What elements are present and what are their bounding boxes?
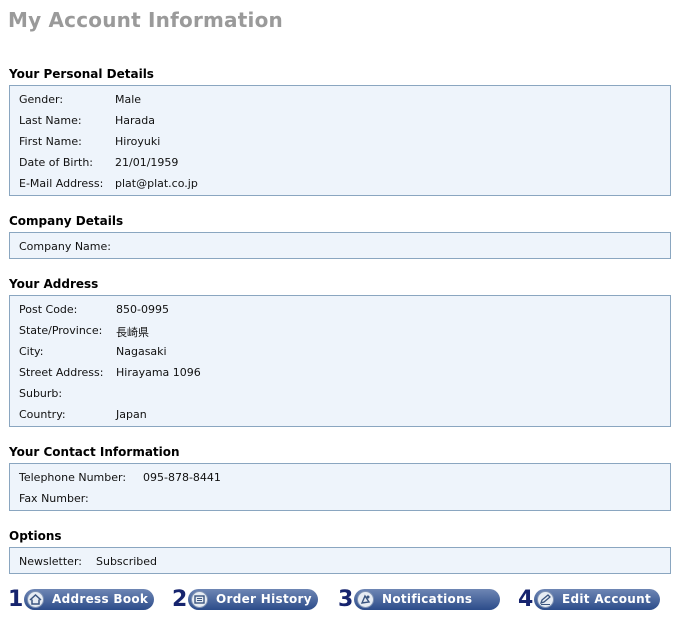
row-label: State/Province: <box>19 324 103 337</box>
company-row-name: Company Name: <box>19 240 111 253</box>
edit-account-button[interactable]: Edit Account <box>534 589 660 610</box>
page-title: My Account Information <box>8 8 283 32</box>
address-box: Post Code: 850-0995 State/Province: 長崎県 … <box>9 295 671 427</box>
row-value: 21/01/1959 <box>115 156 179 169</box>
row-value: 850-0995 <box>116 303 169 316</box>
address-row-state: State/Province: 長崎県 <box>19 324 149 339</box>
row-value: Hiroyuki <box>115 135 161 148</box>
history-icon <box>191 591 208 608</box>
personal-row-last-name: Last Name: Harada <box>19 114 155 127</box>
notifications-button[interactable]: Notifications <box>354 589 500 610</box>
nav-notifications: 3 Notifications <box>338 587 502 613</box>
row-label: Street Address: <box>19 366 104 379</box>
contact-row-fax: Fax Number: <box>19 492 89 505</box>
nav-address-book: 1 Address Book <box>8 587 156 613</box>
nav-order-history: 2 Order History <box>172 587 320 613</box>
personal-row-gender: Gender: Male <box>19 93 141 106</box>
row-label: Company Name: <box>19 240 111 253</box>
row-label: Post Code: <box>19 303 78 316</box>
personal-row-first-name: First Name: Hiroyuki <box>19 135 160 148</box>
address-row-post-code: Post Code: 850-0995 <box>19 303 169 316</box>
step-number: 4 <box>518 587 534 612</box>
order-history-button[interactable]: Order History <box>188 589 318 610</box>
step-number: 3 <box>338 587 354 612</box>
contact-box: Telephone Number: 095-878-8441 Fax Numbe… <box>9 463 671 511</box>
section-heading-options: Options <box>9 529 62 543</box>
step-number: 1 <box>8 587 24 612</box>
row-label: Country: <box>19 408 66 421</box>
order-history-label: Order History <box>216 592 312 606</box>
address-row-street: Street Address: Hirayama 1096 <box>19 366 201 379</box>
house-icon <box>27 591 44 608</box>
row-value: plat@plat.co.jp <box>115 177 198 190</box>
row-value: 095-878-8441 <box>143 471 221 484</box>
notification-icon <box>357 591 374 608</box>
row-label: Newsletter: <box>19 555 82 568</box>
personal-row-email: E-Mail Address: plat@plat.co.jp <box>19 177 198 190</box>
edit-icon <box>537 591 554 608</box>
edit-account-label: Edit Account <box>562 592 651 606</box>
row-label: Suburb: <box>19 387 63 400</box>
section-heading-contact: Your Contact Information <box>9 445 180 459</box>
company-details-box: Company Name: <box>9 232 671 259</box>
row-value: Subscribed <box>96 555 158 568</box>
row-label: First Name: <box>19 135 82 148</box>
personal-row-dob: Date of Birth: 21/01/1959 <box>19 156 178 169</box>
row-label: Date of Birth: <box>19 156 94 169</box>
row-value: Japan <box>116 408 147 421</box>
address-book-label: Address Book <box>52 592 149 606</box>
row-value: Harada <box>115 114 155 127</box>
options-row-newsletter: Newsletter: Subscribed <box>19 555 157 568</box>
address-row-country: Country: Japan <box>19 408 147 421</box>
address-row-city: City: Nagasaki <box>19 345 167 358</box>
personal-details-box: Gender: Male Last Name: Harada First Nam… <box>9 85 671 196</box>
nav-edit-account: 4 Edit Account <box>518 587 662 613</box>
row-value: 長崎県 <box>116 326 149 339</box>
address-row-suburb: Suburb: <box>19 387 62 400</box>
section-heading-personal: Your Personal Details <box>9 67 154 81</box>
contact-row-telephone: Telephone Number: 095-878-8441 <box>19 471 221 484</box>
section-heading-address: Your Address <box>9 277 99 291</box>
row-label: Last Name: <box>19 114 82 127</box>
section-heading-company: Company Details <box>9 214 124 228</box>
row-value: Nagasaki <box>116 345 167 358</box>
notifications-label: Notifications <box>382 592 473 606</box>
row-label: E-Mail Address: <box>19 177 104 190</box>
step-number: 2 <box>172 587 188 612</box>
row-label: Gender: <box>19 93 64 106</box>
row-label: Fax Number: <box>19 492 89 505</box>
address-book-button[interactable]: Address Book <box>24 589 154 610</box>
row-value: Hirayama 1096 <box>116 366 201 379</box>
row-value: Male <box>115 93 142 106</box>
options-box: Newsletter: Subscribed <box>9 547 671 574</box>
row-label: City: <box>19 345 44 358</box>
row-label: Telephone Number: <box>19 471 127 484</box>
